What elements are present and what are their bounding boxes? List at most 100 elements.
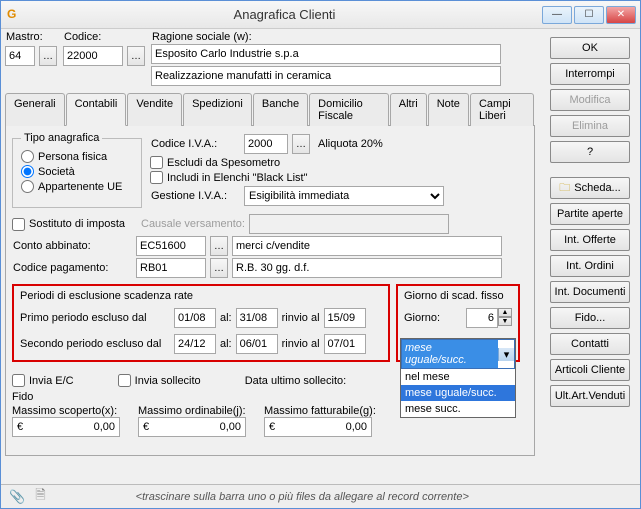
codiceiva-label: Codice I.V.A.:: [150, 138, 240, 150]
app-icon: G: [7, 7, 23, 23]
radio-persona[interactable]: Persona fisica: [21, 150, 133, 163]
mastro-input[interactable]: [5, 46, 35, 66]
right-buttons: OK Interrompi Modifica Elimina ? 🗀Scheda…: [550, 37, 630, 407]
tabs: Generali Contabili Vendite Spedizioni Ba…: [5, 92, 535, 126]
scad-box: Giorno di scad. fisso Giorno: ▲▼ mese ug…: [396, 284, 520, 362]
ordini-button[interactable]: Int. Ordini: [550, 255, 630, 277]
p2-to[interactable]: [236, 334, 278, 354]
mese-opt-0[interactable]: nel mese: [401, 369, 515, 385]
chevron-down-icon: ▾: [498, 348, 514, 361]
conto-descr[interactable]: [232, 236, 502, 256]
check-inviasoll[interactable]: Invia sollecito: [118, 374, 201, 387]
window: G Anagrafica Clienti — ☐ ✕ Mastro: …: [0, 0, 641, 509]
titlebar: G Anagrafica Clienti — ☐ ✕: [1, 1, 640, 29]
contatti-button[interactable]: Contatti: [550, 333, 630, 355]
offerte-button[interactable]: Int. Offerte: [550, 229, 630, 251]
codiceiva-lookup[interactable]: …: [292, 134, 310, 154]
scheda-button[interactable]: 🗀Scheda...: [550, 177, 630, 199]
folder-icon: 🗀: [559, 179, 570, 198]
p1-rin[interactable]: [324, 308, 366, 328]
mj-input[interactable]: €0,00: [138, 417, 246, 437]
tab-generali[interactable]: Generali: [5, 93, 65, 126]
gestioneiva-select[interactable]: Esigibilità immediata: [244, 186, 444, 206]
mg-label: Massimo fatturabile(g):: [264, 405, 376, 417]
check-blacklist[interactable]: Includi in Elenchi "Black List": [150, 171, 528, 184]
maximize-button[interactable]: ☐: [574, 6, 604, 24]
mese-opt-1[interactable]: mese uguale/succ.: [401, 385, 515, 401]
p1-label: Primo periodo escluso dal: [20, 312, 170, 324]
codiceiva-descr: Aliquota 20%: [318, 138, 383, 150]
ok-button[interactable]: OK: [550, 37, 630, 59]
conto-input[interactable]: [136, 236, 206, 256]
gestioneiva-label: Gestione I.V.A.:: [150, 190, 240, 202]
mg-input[interactable]: €0,00: [264, 417, 372, 437]
check-sostituto[interactable]: Sostituto di imposta: [12, 218, 125, 231]
tab-pane: Tipo anagrafica Persona fisica Società A…: [5, 126, 535, 456]
interrompi-button[interactable]: Interrompi: [550, 63, 630, 85]
ragione-label: Ragione sociale (w):: [151, 31, 535, 43]
radio-societa[interactable]: Società: [21, 165, 133, 178]
periodi-box: Periodi di esclusione scadenza rate Prim…: [12, 284, 390, 362]
p1-to[interactable]: [236, 308, 278, 328]
periodi-legend: Periodi di esclusione scadenza rate: [20, 290, 382, 302]
mastro-label: Mastro:: [5, 31, 57, 43]
tab-contabili[interactable]: Contabili: [66, 93, 127, 126]
codice-lookup[interactable]: …: [127, 46, 145, 66]
ragione1-input[interactable]: [151, 44, 501, 64]
elimina-button: Elimina: [550, 115, 630, 137]
conto-lookup[interactable]: …: [210, 236, 228, 256]
giorno-spinner[interactable]: ▲▼: [498, 308, 512, 328]
pag-descr[interactable]: [232, 258, 502, 278]
codice-label: Codice:: [63, 31, 145, 43]
tab-spedizioni[interactable]: Spedizioni: [183, 93, 252, 126]
tab-altri[interactable]: Altri: [390, 93, 427, 126]
radio-ue[interactable]: Appartenente UE: [21, 180, 133, 193]
tab-domicilio[interactable]: Domicilio Fiscale: [309, 93, 389, 126]
tab-vendite[interactable]: Vendite: [127, 93, 182, 126]
mese-dropdown[interactable]: mese uguale/succ.▾ nel mese mese uguale/…: [400, 338, 516, 418]
check-spesometro[interactable]: Escludi da Spesometro: [150, 156, 528, 169]
attach-icon[interactable]: 📎: [9, 489, 25, 505]
window-title: Anagrafica Clienti: [29, 7, 540, 22]
status-hint: <trascinare sulla barra uno o più files …: [136, 491, 469, 503]
pag-label: Codice pagamento:: [12, 262, 132, 274]
check-inviaec[interactable]: Invia E/C: [12, 374, 74, 387]
close-button[interactable]: ✕: [606, 6, 636, 24]
partite-button[interactable]: Partite aperte: [550, 203, 630, 225]
ragione2-input[interactable]: [151, 66, 501, 86]
statusbar: 📎 🗎 <trascinare sulla barra uno o più fi…: [1, 484, 640, 508]
mese-selected: mese uguale/succ.: [402, 340, 498, 368]
articoli-button[interactable]: Articoli Cliente: [550, 359, 630, 381]
ultart-button[interactable]: Ult.Art.Venduti: [550, 385, 630, 407]
doc-icon[interactable]: 🗎: [35, 486, 45, 508]
p2-from[interactable]: [174, 334, 216, 354]
p1-from[interactable]: [174, 308, 216, 328]
fido-button[interactable]: Fido...: [550, 307, 630, 329]
conto-label: Conto abbinato:: [12, 240, 132, 252]
help-button[interactable]: ?: [550, 141, 630, 163]
documenti-button[interactable]: Int. Documenti: [550, 281, 630, 303]
tab-campiliberi[interactable]: Campi Liberi: [470, 93, 534, 126]
minimize-button[interactable]: —: [542, 6, 572, 24]
mj-label: Massimo ordinabile(j):: [138, 405, 246, 417]
modifica-button: Modifica: [550, 89, 630, 111]
p2-label: Secondo periodo escluso dal: [20, 338, 170, 350]
data-ult-label: Data ultimo sollecito:: [245, 375, 347, 387]
causale-input: [249, 214, 449, 234]
mese-opt-2[interactable]: mese succ.: [401, 401, 515, 417]
mx-label: Massimo scoperto(x):: [12, 405, 120, 417]
tab-banche[interactable]: Banche: [253, 93, 308, 126]
mx-input[interactable]: €0,00: [12, 417, 120, 437]
codice-input[interactable]: [63, 46, 123, 66]
causale-label: Causale versamento:: [141, 218, 245, 230]
pag-lookup[interactable]: …: [210, 258, 228, 278]
giorno-input[interactable]: [466, 308, 498, 328]
codiceiva-input[interactable]: [244, 134, 288, 154]
giorno-label: Giorno:: [404, 312, 440, 324]
tab-note[interactable]: Note: [428, 93, 469, 126]
p2-rin[interactable]: [324, 334, 366, 354]
tipo-group: Tipo anagrafica Persona fisica Società A…: [12, 132, 142, 208]
pag-input[interactable]: [136, 258, 206, 278]
tipo-legend: Tipo anagrafica: [21, 132, 102, 144]
mastro-lookup[interactable]: …: [39, 46, 57, 66]
